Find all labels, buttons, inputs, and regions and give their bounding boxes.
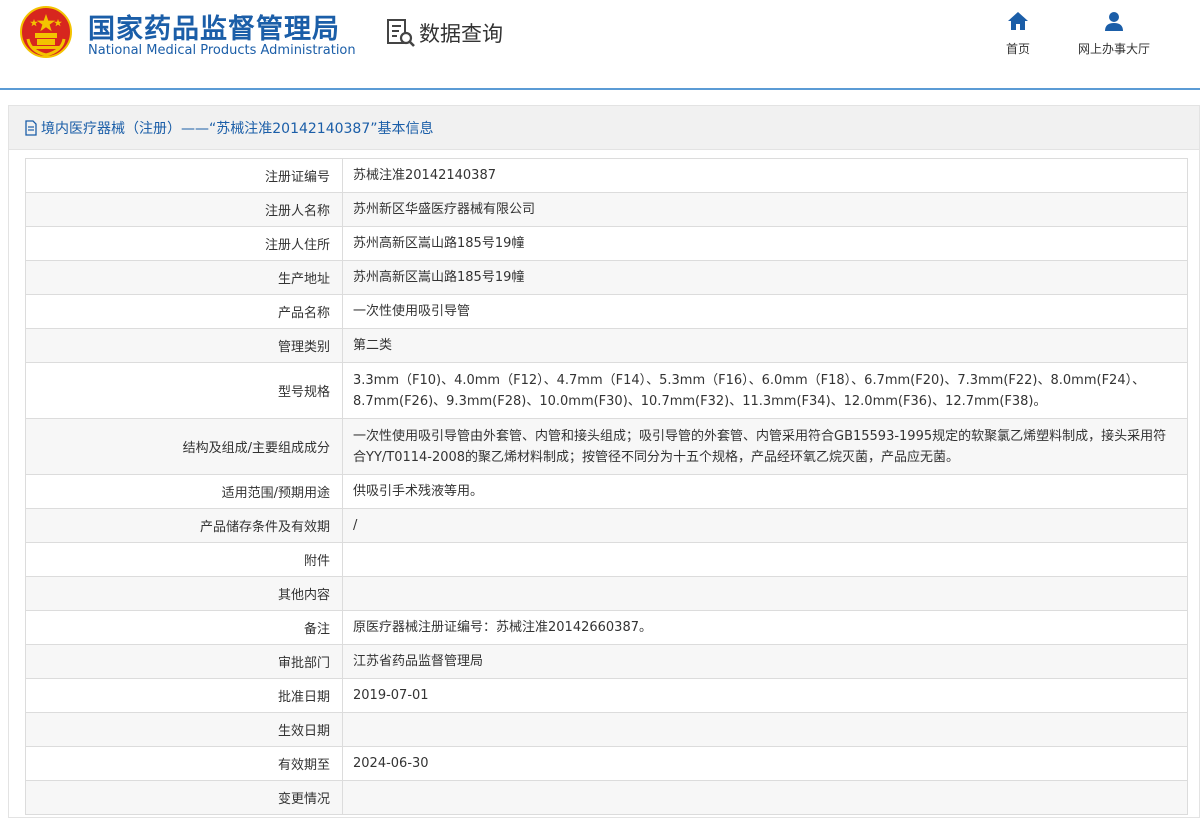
field-value: 3.3mm（F10)、4.0mm（F12）、4.7mm（F14）、5.3mm（F… [342,362,1188,419]
field-label: 批准日期 [25,678,343,713]
user-icon [1105,12,1123,31]
table-row: 生效日期 [25,712,1188,747]
field-value: 供吸引手术残液等用。 [342,474,1188,509]
field-value: 苏州高新区嵩山路185号19幢 [342,226,1188,261]
table-row: 适用范围/预期用途 供吸引手术残液等用。 [25,474,1188,509]
nav-home[interactable]: 首页 [1006,10,1030,57]
field-value: 2019-07-01 [342,678,1188,713]
field-value: 苏械注准20142140387 [342,158,1188,193]
detail-panel: 境内医疗器械（注册）——“苏械注准20142140387”基本信息 注册证编号苏… [8,105,1200,818]
field-value [342,542,1188,577]
table-row: 产品名称 一次性使用吸引导管 [25,294,1188,329]
field-label: 型号规格 [25,362,343,419]
brand-title-cn[interactable]: 国家药品监督管理局 [88,7,340,46]
field-value: 一次性使用吸引导管由外套管、内管和接头组成；吸引导管的外套管、内管采用符合GB1… [342,418,1188,475]
document-icon [25,119,37,136]
field-value: 苏州新区华盛医疗器械有限公司 [342,192,1188,227]
table-row: 结构及组成/主要组成成分 一次性使用吸引导管由外套管、内管和接头组成；吸引导管的外… [25,418,1188,475]
table-row: 有效期至 2024-06-30 [25,746,1188,781]
data-query-label: 数据查询 [419,22,503,46]
field-value: 一次性使用吸引导管 [342,294,1188,329]
field-value [342,576,1188,611]
panel-title: 境内医疗器械（注册）——“苏械注准20142140387”基本信息 [41,120,434,137]
table-row: 附件 [25,542,1188,577]
field-value [342,712,1188,747]
nav-online-office-label: 网上办事大厅 [1078,42,1151,56]
table-row: 型号规格 3.3mm（F10)、4.0mm（F12）、4.7mm（F14）、5.3… [25,362,1188,419]
field-label: 备注 [25,610,343,645]
field-value: 2024-06-30 [342,746,1188,781]
field-label: 附件 [25,542,343,577]
field-value: / [342,508,1188,543]
field-label: 产品储存条件及有效期 [25,508,343,543]
field-label: 有效期至 [25,746,343,781]
field-value: 苏州高新区嵩山路185号19幢 [342,260,1188,295]
field-label: 生效日期 [25,712,343,747]
panel-header: 境内医疗器械（注册）——“苏械注准20142140387”基本信息 [9,106,1199,150]
nav-online-office[interactable]: 网上办事大厅 [1078,10,1150,57]
nav-home-label: 首页 [1006,42,1031,56]
table-row: 注册人名称 苏州新区华盛医疗器械有限公司 [25,192,1188,227]
field-label: 适用范围/预期用途 [25,474,343,509]
home-icon [1008,12,1028,30]
field-value: 江苏省药品监督管理局 [342,644,1188,679]
table-row: 注册证编号 苏械注准20142140387 [25,158,1188,193]
field-label: 结构及组成/主要组成成分 [25,418,343,475]
data-query-section: 数据查询 [385,17,503,49]
table-row: 注册人住所 苏州高新区嵩山路185号19幢 [25,226,1188,261]
field-label: 生产地址 [25,260,343,295]
field-value: 第二类 [342,328,1188,363]
table-row: 产品储存条件及有效期 / [25,508,1188,543]
field-value [342,780,1188,815]
table-row: 备注 原医疗器械注册证编号：苏械注准20142660387。 [25,610,1188,645]
document-search-icon [387,19,415,47]
table-row: 批准日期 2019-07-01 [25,678,1188,713]
field-label: 变更情况 [25,780,343,815]
field-label: 注册证编号 [25,158,343,193]
national-emblem-icon[interactable] [20,5,72,59]
field-label: 注册人住所 [25,226,343,261]
table-row: 其他内容 [25,576,1188,611]
site-header: 国家药品监督管理局 National Medical Products Admi… [0,0,1200,88]
field-label: 管理类别 [25,328,343,363]
registration-info-table: 注册证编号 苏械注准20142140387 注册人名称 苏州新区华盛医疗器械有限公司… [25,158,1188,815]
field-label: 注册人名称 [25,192,343,227]
table-row: 管理类别 第二类 [25,328,1188,363]
table-row: 生产地址 苏州高新区嵩山路185号19幢 [25,260,1188,295]
field-label: 其他内容 [25,576,343,611]
table-row: 审批部门 江苏省药品监督管理局 [25,644,1188,679]
field-value: 原医疗器械注册证编号：苏械注准20142660387。 [342,610,1188,645]
table-row: 变更情况 [25,780,1188,815]
field-label: 审批部门 [25,644,343,679]
brand-title-en[interactable]: National Medical Products Administration [88,43,356,58]
header-divider [0,88,1200,90]
field-label: 产品名称 [25,294,343,329]
